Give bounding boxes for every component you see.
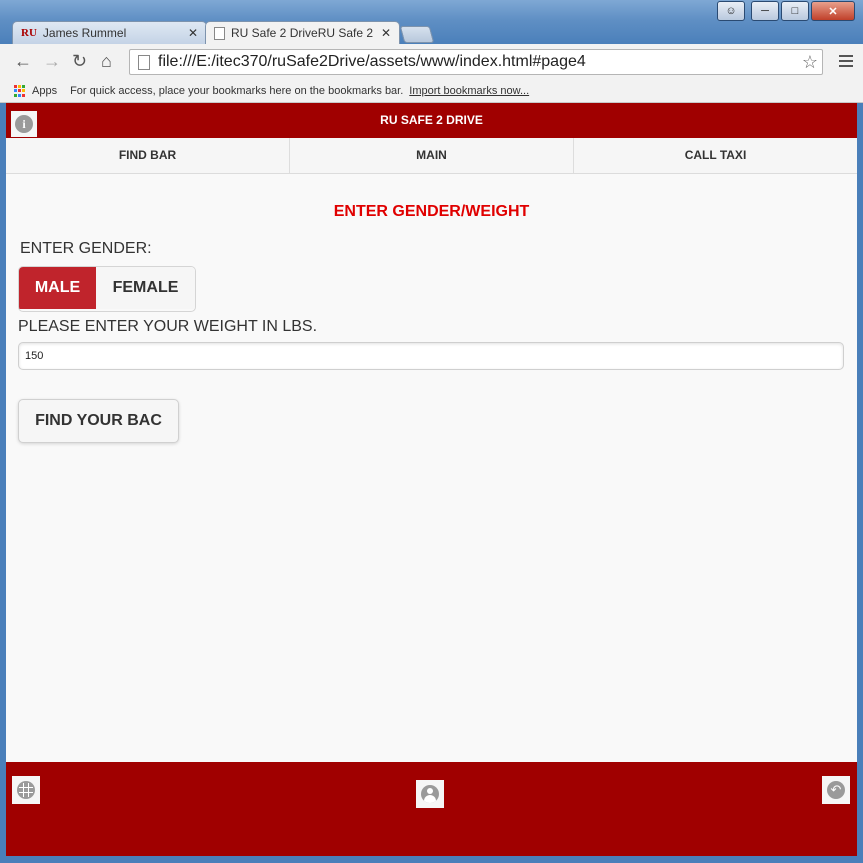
profile-button[interactable]: ☺ xyxy=(717,1,745,21)
app-title: RU SAFE 2 DRIVE xyxy=(380,113,483,127)
nav-main[interactable]: MAIN xyxy=(290,138,574,173)
window-controls: ☺ ─ □ ✕ xyxy=(717,1,855,21)
address-url[interactable]: file:///E:/itec370/ruSafe2Drive/assets/w… xyxy=(158,53,802,71)
tab-title: James Rummel xyxy=(42,26,127,40)
nav-find-bar[interactable]: FIND BAR xyxy=(6,138,290,173)
address-bar[interactable]: file:///E:/itec370/ruSafe2Drive/assets/w… xyxy=(129,49,823,75)
close-window-button[interactable]: ✕ xyxy=(811,1,855,21)
bookmarks-bar: Apps For quick access, place your bookma… xyxy=(0,80,863,103)
nav-call-taxi[interactable]: CALL TAXI xyxy=(574,138,857,173)
browser-window: ☺ ─ □ ✕ RU James Rummel ✕ RU Safe 2 Driv… xyxy=(0,0,863,863)
page-favicon-icon xyxy=(214,26,225,40)
female-option[interactable]: FEMALE xyxy=(96,267,195,309)
minimize-icon: ─ xyxy=(761,5,769,17)
weight-input[interactable] xyxy=(18,342,844,370)
app-footer: ↶ xyxy=(6,762,857,856)
reload-icon[interactable]: ↻ xyxy=(72,52,87,70)
tab-title: RU Safe 2 DriveRU Safe 2 D xyxy=(231,26,375,40)
app-header: i RU SAFE 2 DRIVE xyxy=(6,103,857,138)
bookmark-star-icon[interactable]: ☆ xyxy=(802,52,818,73)
bookmarks-hint: For quick access, place your bookmarks h… xyxy=(70,85,404,97)
find-bac-button[interactable]: FIND YOUR BAC xyxy=(18,399,179,443)
profile-button[interactable] xyxy=(416,780,444,808)
forward-arrow-icon[interactable]: → xyxy=(43,52,61,70)
apps-link[interactable]: Apps xyxy=(32,85,57,97)
back-button[interactable]: ↶ xyxy=(822,776,850,804)
new-tab-button[interactable] xyxy=(399,26,435,43)
weight-label: PLEASE ENTER YOUR WEIGHT IN LBS. xyxy=(18,318,318,335)
gender-label: ENTER GENDER: xyxy=(20,240,152,257)
close-tab-icon[interactable]: ✕ xyxy=(188,26,198,40)
male-option[interactable]: MALE xyxy=(19,267,96,309)
grid-icon xyxy=(17,781,35,799)
close-icon: ✕ xyxy=(828,5,838,18)
minimize-button[interactable]: ─ xyxy=(751,1,779,21)
close-tab-icon[interactable]: ✕ xyxy=(381,26,391,40)
section-title: ENTER GENDER/WEIGHT xyxy=(333,203,530,220)
page-icon xyxy=(138,54,150,70)
tab-strip: RU James Rummel ✕ RU Safe 2 DriveRU Safe… xyxy=(0,19,863,44)
user-icon: ☺ xyxy=(725,5,737,17)
ru-favicon-icon: RU xyxy=(21,27,37,39)
browser-toolbar: ← → ↻ ⌂ file:///E:/itec370/ruSafe2Drive/… xyxy=(0,44,863,80)
user-icon xyxy=(421,785,439,803)
tab-james-rummel[interactable]: RU James Rummel ✕ xyxy=(12,21,207,44)
gender-toggle: MALE FEMALE xyxy=(18,266,196,312)
import-bookmarks-link[interactable]: Import bookmarks now... xyxy=(409,85,529,97)
back-icon: ↶ xyxy=(827,781,845,799)
back-arrow-icon[interactable]: ← xyxy=(14,52,32,70)
page-viewport: i RU SAFE 2 DRIVE FIND BAR MAIN CALL TAX… xyxy=(6,103,857,856)
home-icon[interactable]: ⌂ xyxy=(101,52,112,70)
maximize-icon: □ xyxy=(791,5,799,17)
grid-button[interactable] xyxy=(12,776,40,804)
app-navbar: FIND BAR MAIN CALL TAXI xyxy=(6,138,857,174)
tab-ru-safe-2-drive[interactable]: RU Safe 2 DriveRU Safe 2 D ✕ xyxy=(205,21,400,44)
apps-icon[interactable] xyxy=(14,85,26,97)
menu-icon[interactable] xyxy=(839,55,853,70)
maximize-button[interactable]: □ xyxy=(781,1,809,21)
